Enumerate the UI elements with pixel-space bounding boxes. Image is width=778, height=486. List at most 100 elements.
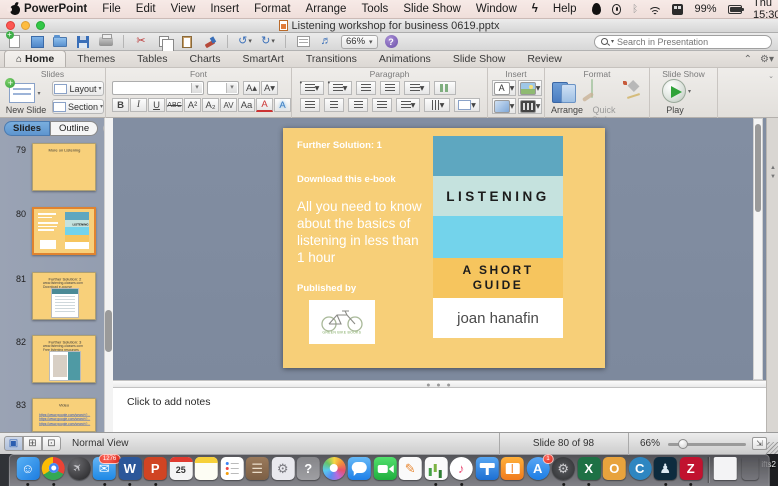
increase-indent-button[interactable] [380,81,400,95]
book-cover[interactable]: LISTENING A SHORTGUIDE joan hanafin [433,136,563,338]
section-button[interactable]: Section▾ [52,99,104,114]
undo-button[interactable]: ↺▾ [237,35,253,49]
wifi-icon[interactable] [649,4,661,15]
strikethrough-button[interactable]: ABC [166,98,183,112]
superscript-button[interactable]: A² [184,98,201,112]
paste-button[interactable] [179,35,195,49]
tab-review[interactable]: Review [516,51,572,67]
menu-arrange[interactable]: Arrange [306,3,347,15]
dock-facetime-icon[interactable] [373,457,397,483]
tab-themes[interactable]: Themes [66,51,126,67]
window-resize-grip[interactable] [766,442,778,454]
menu-insert[interactable]: Insert [210,3,239,15]
menu-tools[interactable]: Tools [361,3,388,15]
italic-button[interactable]: I [130,98,147,112]
tab-transitions[interactable]: Transitions [295,51,368,67]
grow-font-button[interactable]: A▴ [243,81,260,95]
dock-appstore-icon[interactable]: A1 [526,457,550,483]
cut-button[interactable]: ✂ [133,35,149,49]
canvas-scrollbar-thumb[interactable] [755,124,761,212]
dock-ibooks-icon[interactable] [500,457,524,483]
dock-chrome-icon[interactable] [41,457,65,483]
window-title-bar[interactable]: Listening workshop for business 0619.ppt… [0,19,778,33]
align-left-button[interactable] [300,98,320,112]
align-text-vertical-button[interactable]: ▾ [424,98,450,112]
show-notes-button[interactable] [295,35,311,49]
zoom-slider-knob[interactable] [678,439,688,449]
text-direction-button[interactable]: ▾ [396,98,420,112]
quick-styles-button[interactable] [591,80,593,98]
numbering-button[interactable]: ▾ [328,81,352,95]
font-name-select[interactable] [112,81,204,95]
slide-81-thumbnail[interactable]: Further Solution: 2 www.listening-classe… [32,272,96,320]
notes-pane[interactable]: Click to add notes [113,388,766,432]
dock-utility-window-icon[interactable]: ⚙ [271,457,295,483]
sidebar-scrollbar[interactable] [104,118,113,432]
align-center-button[interactable] [324,98,344,112]
previous-next-slide-buttons[interactable]: ▲▼ [769,164,777,182]
insert-text-box-button[interactable]: ▾ [492,80,516,96]
slide-83-thumbnail[interactable]: Video https://www.google.com/search?... … [32,398,96,432]
format-painter-button[interactable] [202,35,218,49]
published-by-text[interactable]: Published by [297,283,356,294]
toolbar-zoom-select[interactable]: 66% ▾ [341,35,378,49]
layout-button[interactable]: Layout▾ [52,81,104,96]
dock-pages-icon[interactable]: ✎ [398,457,422,483]
dock-zotero-icon[interactable]: Z [679,457,703,483]
slide-show-view-button[interactable]: ⊡ [42,436,61,451]
collapse-ribbon-icon[interactable]: ⌃ [744,54,752,65]
text-in-shape-button[interactable]: ▾ [454,98,480,112]
tab-charts[interactable]: Charts [179,51,232,67]
character-spacing-button[interactable]: AV [220,98,237,112]
dock-outlook-icon[interactable]: O [602,457,626,483]
sidebar-tab-slides[interactable]: Slides [4,121,50,136]
slide-body-text[interactable]: All you need to know about the basics of… [297,198,425,266]
sidebar-scrollbar-thumb[interactable] [105,310,112,352]
insert-media-button[interactable]: ▾ [518,98,542,114]
menu-clock[interactable]: Thu 15:30 [753,0,778,21]
slide-sorter-view-button[interactable]: ⊞ [23,436,42,451]
dock-system-preferences-icon[interactable]: ⚙ [551,457,575,483]
dock-finder-icon[interactable]: ☺ [16,457,40,483]
save-button[interactable] [75,35,91,49]
sidebar-tab-outline[interactable]: Outline [50,121,98,136]
canvas-scrollbar[interactable] [753,118,763,380]
tab-animations[interactable]: Animations [368,51,442,67]
dock-photos-icon[interactable] [322,457,346,483]
ribbon-settings-gear-icon[interactable]: ⚙▾ [760,54,774,65]
input-source-icon[interactable] [672,4,684,15]
decrease-indent-button[interactable] [356,81,376,95]
dock-word-icon[interactable]: W [118,457,142,483]
slide-79-thumbnail[interactable]: More on Listening [32,143,96,191]
tab-home[interactable]: ⌂Home [4,50,66,67]
print-button[interactable] [98,35,114,49]
slide-subtitle[interactable]: Download this e-book [297,174,396,185]
notes-placeholder[interactable]: Click to add notes [127,396,210,408]
dock-powerpoint-icon[interactable]: P [143,457,167,483]
dock-missing-app-icon[interactable]: ? [296,457,320,483]
slide-82-thumbnail[interactable]: Further Solution: 3 www.listening-classe… [32,335,96,383]
menu-help[interactable]: Help [553,3,577,15]
keychain-icon[interactable] [612,4,622,15]
font-color-button[interactable]: A [256,98,273,112]
subscript-button[interactable]: A₂ [202,98,219,112]
ribbon-overflow-chevron-icon[interactable]: ⌄ [768,72,774,80]
play-slideshow-button[interactable]: ▾ [662,79,691,103]
shrink-font-button[interactable]: A▾ [261,81,278,95]
dock-notes-icon[interactable] [194,457,218,483]
bold-button[interactable]: B [112,98,129,112]
change-case-button[interactable]: Aa [238,98,255,112]
fit-slide-to-window-button[interactable]: ⇲ [752,437,767,450]
insert-picture-button[interactable]: ▾ [518,80,542,96]
insert-shape-button[interactable]: ▾ [492,98,516,114]
menu-format[interactable]: Format [254,3,290,15]
dock-mail-icon[interactable]: ✉1276 [92,457,116,483]
line-spacing-button[interactable]: ▾ [404,81,430,95]
text-effects-button[interactable]: A [274,98,291,112]
menu-edit[interactable]: Edit [136,3,156,15]
zoom-slider[interactable] [668,443,746,446]
align-right-button[interactable] [348,98,368,112]
dock-messages-icon[interactable] [347,457,371,483]
status-app-icon[interactable] [592,3,601,15]
dock-c-app-icon[interactable]: C [628,457,652,483]
